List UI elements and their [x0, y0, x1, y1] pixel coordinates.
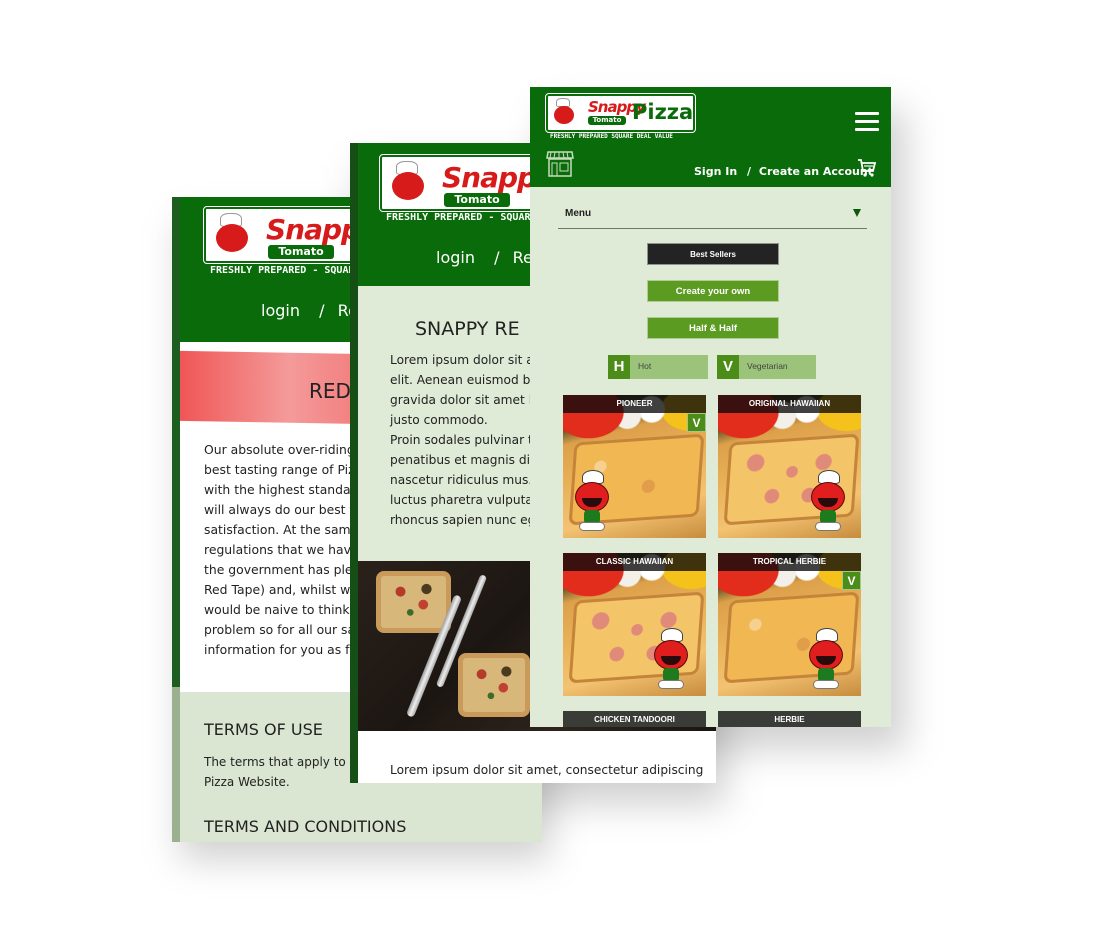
pizza-tile-chicken-tandoori[interactable]: CHICKEN TANDOORI [563, 711, 706, 727]
pizza-name: ORIGINAL HAWAIIAN [718, 395, 861, 413]
hot-badge-icon: H [608, 355, 630, 379]
logo[interactable]: Snappy Tomato Pizza [545, 93, 696, 133]
tagline: FRESHLY PREPARED - SQUARE [386, 212, 537, 223]
half-and-half-button[interactable]: Half & Half [647, 317, 779, 339]
hamburger-line [855, 120, 879, 123]
menu-dropdown[interactable]: Menu [558, 205, 867, 229]
pizza-image [376, 571, 451, 633]
login-link[interactable]: login [261, 301, 300, 320]
terms-of-use-text: The terms that apply to yo Pizza Website… [204, 752, 364, 792]
pizza-tile-tropical-herbie[interactable]: TROPICAL HERBIE V [718, 553, 861, 696]
login-link[interactable]: login [436, 248, 475, 267]
tagline: FRESHLY PREPARED SQUARE DEAL VALUE [550, 133, 673, 140]
mascot-icon [648, 628, 694, 690]
legend-label: Vegetarian [747, 361, 788, 371]
card-edge [350, 143, 358, 783]
auth-links: login / Reg [436, 248, 543, 267]
hamburger-menu-button[interactable] [855, 112, 879, 131]
auth-links: login / Re [261, 301, 358, 320]
text-line: The terms that apply to yo [204, 755, 365, 769]
best-sellers-button[interactable]: Best Sellers [647, 243, 779, 265]
separator: / [319, 301, 325, 320]
hamburger-line [855, 128, 879, 131]
card-edge-lower [172, 687, 180, 842]
legend-label: Hot [638, 361, 652, 371]
cart-icon[interactable] [857, 158, 877, 178]
pizza-name: HERBIE [718, 711, 861, 727]
header: Snappy Tomato Pizza FRESHLY PREPARED SQU… [530, 87, 891, 187]
about-title: SNAPPY RE [415, 318, 520, 340]
separator: / [494, 248, 500, 267]
mascot-icon [803, 628, 849, 690]
legend-vegetarian: V Vegetarian [717, 355, 816, 379]
mascot-icon [569, 470, 615, 532]
pizza-name: TROPICAL HERBIE [718, 553, 861, 571]
auth-links: Sign In / Create an Account [694, 165, 873, 178]
vegetarian-badge-icon: V [842, 571, 861, 590]
separator: / [747, 165, 752, 178]
lower-text: Lorem ipsum dolor sit amet, consectetur … [390, 763, 704, 777]
create-your-own-button[interactable]: Create your own [647, 280, 779, 302]
pizza-name: CLASSIC HAWAIIAN [563, 553, 706, 571]
create-account-link[interactable]: Create an Account [759, 165, 873, 178]
hamburger-icon [855, 112, 879, 115]
logo-tomato: Tomato [588, 116, 626, 125]
store-icon[interactable] [546, 151, 574, 177]
banner-title: RED [309, 379, 351, 403]
pizza-tile-original-hawaiian[interactable]: ORIGINAL HAWAIIAN [718, 395, 861, 538]
logo-pizza: Pizza [632, 100, 694, 124]
pizza-tile-classic-hawaiian[interactable]: CLASSIC HAWAIIAN [563, 553, 706, 696]
text-line: Pizza Website. [204, 775, 290, 789]
mascot-icon [392, 172, 424, 200]
vegetarian-badge-icon: V [687, 413, 706, 432]
terms-of-use-heading: TERMS OF USE [204, 720, 323, 739]
tagline: FRESHLY PREPARED - SQUARE [210, 265, 361, 276]
pizza-tile-herbie[interactable]: HERBIE [718, 711, 861, 727]
logo-tomato: Tomato [444, 193, 510, 207]
menu-screen: Snappy Tomato Pizza FRESHLY PREPARED SQU… [530, 87, 891, 727]
legend-hot: H Hot [608, 355, 708, 379]
mascot-icon [805, 470, 851, 532]
pizza-name: CHICKEN TANDOORI [563, 711, 706, 727]
sign-in-link[interactable]: Sign In [694, 165, 737, 178]
vegetarian-badge-icon: V [717, 355, 739, 379]
pizza-name: PIONEER [563, 395, 706, 413]
menu-dropdown-value: Menu [565, 208, 592, 219]
terms-conditions-heading: TERMS AND CONDITIONS [204, 817, 407, 836]
mascot-icon [554, 106, 574, 124]
mascot-icon [216, 224, 248, 252]
triangle-down-icon [853, 209, 861, 217]
pizza-image [458, 653, 530, 717]
logo-tomato: Tomato [268, 245, 334, 259]
pizza-tile-pioneer[interactable]: PIONEER V [563, 395, 706, 538]
